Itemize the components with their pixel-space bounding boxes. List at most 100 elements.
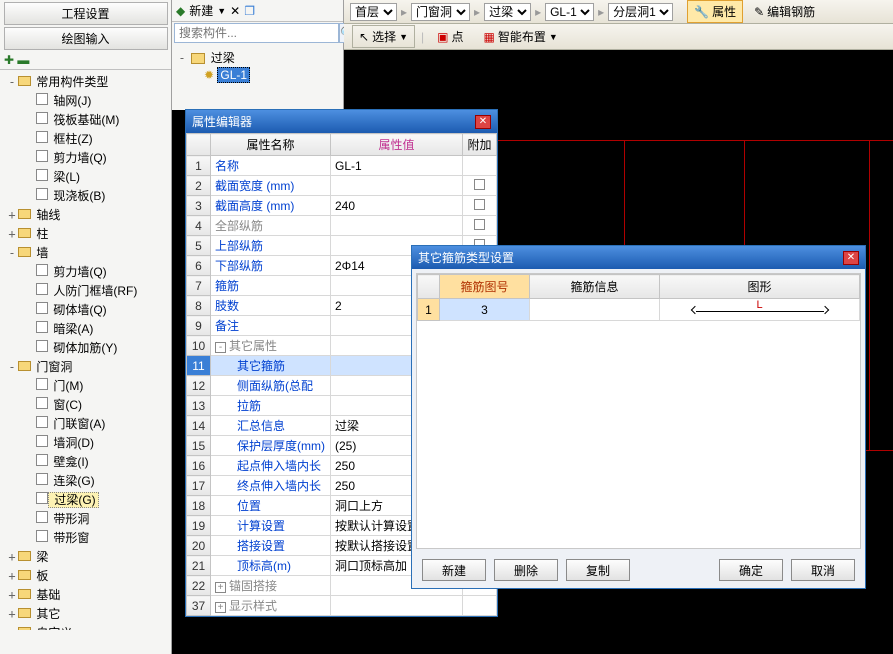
stirrup-no-cell[interactable]: 3	[440, 299, 530, 321]
tree-twist[interactable]: +	[6, 208, 18, 222]
col-value[interactable]: 属性值	[331, 134, 463, 156]
col-name[interactable]: 属性名称	[211, 134, 331, 156]
layer-select[interactable]: 分层洞1	[608, 3, 673, 21]
tree-node[interactable]: 窗(C)	[2, 395, 169, 414]
tree-label[interactable]: 带形窗	[48, 531, 91, 545]
tree-label[interactable]: 过梁(G)	[48, 492, 99, 508]
tree-label[interactable]: 壁龛(I)	[48, 455, 91, 469]
property-name[interactable]: 搭接设置	[211, 536, 331, 556]
property-value[interactable]: 240	[331, 196, 463, 216]
property-extra[interactable]	[463, 216, 497, 236]
tree-label[interactable]: 板	[31, 569, 50, 583]
tree-twist[interactable]: -	[6, 360, 18, 374]
tree-label[interactable]: 轴线	[31, 208, 62, 222]
property-name[interactable]: +锚固搭接	[211, 576, 331, 596]
smart-layout-tool[interactable]: ▦智能布置▼	[476, 25, 564, 48]
property-name[interactable]: 肢数	[211, 296, 331, 316]
stirrup-dialog-titlebar[interactable]: 其它箍筋类型设置 ✕	[412, 246, 865, 269]
tree-node[interactable]: - 门窗洞	[2, 357, 169, 376]
tree-node[interactable]: 门联窗(A)	[2, 414, 169, 433]
close-button[interactable]: ✕	[843, 251, 859, 265]
tree-twist[interactable]: +	[6, 588, 18, 602]
select-tool[interactable]: ↖选择▼	[352, 25, 415, 48]
tree-node[interactable]: 门(M)	[2, 376, 169, 395]
property-name[interactable]: 顶标高(m)	[211, 556, 331, 576]
tree-node[interactable]: 砌体加筋(Y)	[2, 338, 169, 357]
tree-node[interactable]: + 自定义	[2, 623, 169, 630]
tree-label[interactable]: 暗梁(A)	[48, 322, 95, 336]
group-twist-icon[interactable]: +	[215, 602, 226, 613]
new-component-icon[interactable]: ◆	[176, 4, 185, 18]
checkbox-icon[interactable]	[474, 199, 485, 210]
tree-label[interactable]: 墙	[31, 246, 50, 260]
tree-label[interactable]: 自定义	[31, 626, 74, 630]
col-shape[interactable]: 图形	[660, 275, 860, 299]
project-settings-button[interactable]: 工程设置	[4, 2, 168, 25]
tree-twist[interactable]: -	[176, 51, 188, 65]
edit-rebar-button[interactable]: ✎编辑钢筋	[747, 0, 822, 23]
property-name[interactable]: 截面高度 (mm)	[211, 196, 331, 216]
group-twist-icon[interactable]: +	[215, 582, 226, 593]
property-name[interactable]: 下部纵筋	[211, 256, 331, 276]
tree-node[interactable]: 筏板基础(M)	[2, 110, 169, 129]
tree-twist[interactable]: +	[6, 626, 18, 630]
property-name[interactable]: 保护层厚度(mm)	[211, 436, 331, 456]
new-component-button[interactable]: 新建	[189, 2, 213, 19]
col-stirrup-no[interactable]: 箍筋图号	[440, 275, 530, 299]
tree-label[interactable]: 连梁(G)	[48, 474, 97, 488]
tree-label[interactable]: 门(M)	[48, 379, 85, 393]
property-value[interactable]: GL-1	[331, 156, 463, 176]
property-extra[interactable]	[463, 196, 497, 216]
tree-twist[interactable]: +	[6, 550, 18, 564]
tree-label[interactable]: 砌体墙(Q)	[48, 303, 109, 317]
tree-label[interactable]: 梁(L)	[48, 170, 82, 184]
property-name[interactable]: 备注	[211, 316, 331, 336]
delete-icon[interactable]: ✕	[230, 4, 240, 18]
new-button[interactable]: 新建	[422, 559, 486, 581]
cancel-button[interactable]: 取消	[791, 559, 855, 581]
property-name[interactable]: 箍筋	[211, 276, 331, 296]
tree-node[interactable]: 梁(L)	[2, 167, 169, 186]
component-select[interactable]: GL-1	[545, 3, 594, 21]
property-row[interactable]: 4全部纵筋	[187, 216, 497, 236]
tree-label[interactable]: 基础	[31, 588, 62, 602]
tree-label[interactable]: 门联窗(A)	[48, 417, 107, 431]
tree-node[interactable]: 过梁(G)	[2, 490, 169, 509]
type-select[interactable]: 过梁	[484, 3, 531, 21]
tree-label[interactable]: 框柱(Z)	[48, 132, 95, 146]
property-name[interactable]: 侧面纵筋(总配	[211, 376, 331, 396]
tree-label[interactable]: 现浇板(B)	[48, 189, 107, 203]
tree-node[interactable]: + 柱	[2, 224, 169, 243]
tree-label[interactable]: 梁	[31, 550, 50, 564]
tree-label[interactable]: 人防门框墙(RF)	[48, 284, 139, 298]
tree-label[interactable]: 剪力墙(Q)	[48, 265, 109, 279]
tree-root-label[interactable]: 过梁	[209, 51, 237, 65]
tree-twist[interactable]: +	[6, 607, 18, 621]
shape-cell[interactable]	[660, 299, 860, 321]
tree-node[interactable]: 剪力墙(Q)	[2, 262, 169, 281]
tree-node[interactable]: 带形窗	[2, 528, 169, 547]
tree-node[interactable]: 连梁(G)	[2, 471, 169, 490]
property-name[interactable]: 计算设置	[211, 516, 331, 536]
checkbox-icon[interactable]	[474, 179, 485, 190]
stirrup-info-cell[interactable]	[530, 299, 660, 321]
copy-icon[interactable]: ❐	[244, 4, 255, 18]
property-name[interactable]: 拉筋	[211, 396, 331, 416]
tree-node[interactable]: - 常用构件类型	[2, 72, 169, 91]
tree-node[interactable]: 暗梁(A)	[2, 319, 169, 338]
property-editor-titlebar[interactable]: 属性编辑器 ✕	[186, 110, 497, 133]
component-item[interactable]: GL-1	[217, 67, 250, 83]
property-row[interactable]: 37+显示样式	[187, 596, 497, 616]
category-select[interactable]: 门窗洞	[411, 3, 470, 21]
tree-label[interactable]: 轴网(J)	[48, 94, 93, 108]
properties-button[interactable]: 🔧属性	[687, 0, 743, 23]
delete-button[interactable]: 删除	[494, 559, 558, 581]
tree-label[interactable]: 砌体加筋(Y)	[48, 341, 119, 355]
tree-node[interactable]: + 板	[2, 566, 169, 585]
tree-label[interactable]: 筏板基础(M)	[48, 113, 121, 127]
tree-label[interactable]: 其它	[31, 607, 62, 621]
tree-label[interactable]: 窗(C)	[48, 398, 84, 412]
tree-label[interactable]: 带形洞	[48, 512, 91, 526]
property-row[interactable]: 1名称GL-1	[187, 156, 497, 176]
tree-node[interactable]: 带形洞	[2, 509, 169, 528]
